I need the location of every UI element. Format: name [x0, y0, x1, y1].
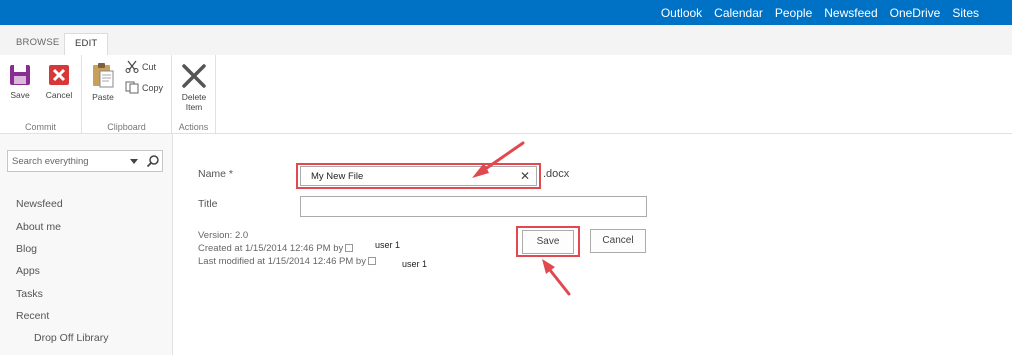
name-label: Name *	[198, 168, 234, 180]
title-label: Title	[198, 198, 218, 210]
suite-link-onedrive[interactable]: OneDrive	[890, 6, 941, 20]
title-input[interactable]	[305, 200, 640, 213]
modified-text: Last modified at 1/15/2014 12:46 PM by	[198, 256, 380, 267]
search-icon[interactable]	[146, 154, 160, 168]
search-input[interactable]	[12, 153, 122, 169]
ribbon-paste-button[interactable]: Paste	[90, 62, 116, 102]
ribbon-delete-label-line2: Item	[185, 102, 203, 112]
nav-item-tasks[interactable]: Tasks	[16, 288, 43, 300]
ribbon-save-label: Save	[10, 90, 30, 100]
arrow-to-save-button	[542, 259, 571, 296]
nav-item-drop-off-library[interactable]: Drop Off Library	[34, 332, 109, 344]
ribbon-paste-label: Paste	[92, 92, 114, 102]
left-navigation: Newsfeed About me Blog Apps Tasks Recent…	[0, 134, 173, 355]
suite-bar: Outlook Calendar People Newsfeed OneDriv…	[0, 0, 1012, 25]
ribbon-cut-label: Cut	[142, 61, 157, 72]
ribbon-cancel-label: Cancel	[45, 90, 73, 100]
suite-link-sites[interactable]: Sites	[952, 6, 979, 20]
nav-item-apps[interactable]: Apps	[16, 265, 40, 277]
file-extension: .docx	[543, 168, 570, 180]
version-text: Version: 2.0	[198, 230, 249, 241]
presence-icon	[345, 244, 354, 252]
modified-label: Last modified at 1/15/2014 12:46 PM by	[198, 256, 366, 267]
title-field	[300, 196, 647, 217]
ribbon-group-clipboard: Paste Cut Copy Clipboard	[82, 55, 172, 134]
chevron-down-icon[interactable]	[129, 155, 139, 167]
ribbon-delete-item-button[interactable]: Delete Item	[176, 64, 212, 112]
created-by-user[interactable]: user 1	[375, 240, 400, 250]
suite-links: Outlook Calendar People Newsfeed OneDriv…	[649, 0, 979, 25]
suite-link-calendar[interactable]: Calendar	[714, 6, 763, 20]
ribbon-group-clipboard-label: Clipboard	[107, 122, 146, 132]
ribbon-group-commit: Save Cancel Commit	[0, 55, 82, 134]
suite-link-people[interactable]: People	[775, 6, 812, 20]
presence-icon	[367, 257, 376, 265]
delete-icon	[182, 64, 206, 88]
nav-item-recent[interactable]: Recent	[16, 310, 49, 322]
ribbon-cancel-button[interactable]: Cancel	[44, 64, 74, 100]
save-icon	[10, 65, 30, 85]
created-label: Created at 1/15/2014 12:46 PM by	[198, 243, 344, 254]
ribbon-copy-label: Copy	[142, 82, 164, 93]
ribbon-copy-button[interactable]: Copy	[125, 81, 163, 94]
nav-item-about-me[interactable]: About me	[16, 221, 61, 233]
cancel-icon	[49, 65, 69, 85]
ribbon: Save Cancel Commit Paste Cut Copy Clipbo…	[0, 55, 1012, 134]
save-highlight-box	[516, 226, 580, 257]
ribbon-save-button[interactable]: Save	[8, 64, 32, 100]
nav-item-newsfeed[interactable]: Newsfeed	[16, 198, 63, 210]
copy-icon	[125, 81, 139, 94]
suite-link-newsfeed[interactable]: Newsfeed	[824, 6, 877, 20]
ribbon-delete-label-line1: Delete	[181, 92, 207, 102]
suite-link-outlook[interactable]: Outlook	[661, 6, 702, 20]
tab-browse[interactable]: BROWSE	[6, 33, 69, 55]
ribbon-group-actions: Delete Item Actions	[172, 55, 216, 134]
cancel-button[interactable]: Cancel	[590, 229, 646, 253]
scissors-icon	[125, 60, 139, 73]
modified-by-user[interactable]: user 1	[402, 259, 427, 269]
tab-edit[interactable]: EDIT	[64, 33, 109, 55]
search-box	[7, 150, 163, 172]
ribbon-tab-bar: BROWSE EDIT	[0, 25, 1012, 55]
nav-item-blog[interactable]: Blog	[16, 243, 37, 255]
ribbon-delete-label: Delete Item	[176, 92, 212, 112]
paste-icon	[93, 63, 114, 88]
created-text: Created at 1/15/2014 12:46 PM by	[198, 243, 357, 254]
ribbon-cut-button[interactable]: Cut	[125, 60, 156, 73]
name-highlight-box	[296, 163, 541, 189]
ribbon-group-commit-label: Commit	[25, 122, 56, 132]
ribbon-group-actions-label: Actions	[178, 122, 209, 132]
